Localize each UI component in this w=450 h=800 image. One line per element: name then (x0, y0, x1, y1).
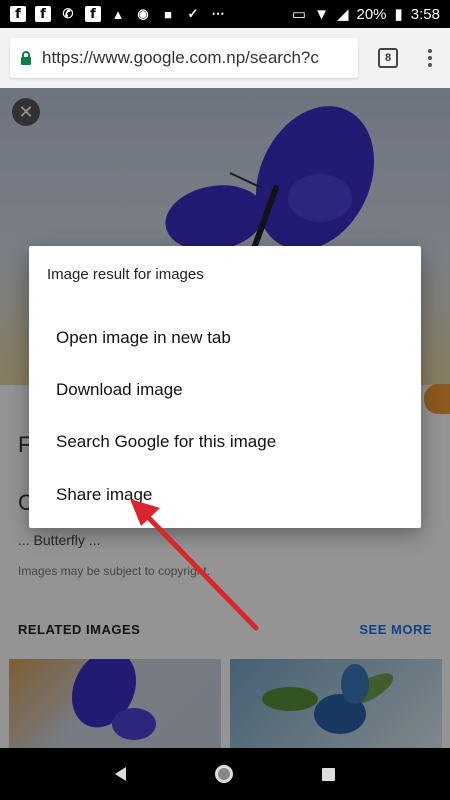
check-icon: ✓ (187, 6, 199, 21)
back-icon[interactable] (114, 767, 126, 781)
more-icon: ⋯ (211, 6, 225, 21)
system-status: ▭ ▼ ◢ 20% ▮ 3:58 (291, 5, 440, 24)
battery-text: 20% (356, 5, 387, 23)
share-image-item[interactable]: Share image (56, 485, 152, 505)
notification-icons: f f ✆ f ▲ ◉ ■ ✓ ⋯ (10, 6, 226, 22)
browser-menu-button[interactable] (420, 49, 440, 67)
video-icon: ■ (164, 6, 172, 22)
image-context-menu: Image result for images Open image in ne… (29, 246, 421, 528)
url-text: https://www.google.com.np/search?c (42, 48, 319, 67)
facebook-icon: f (35, 6, 51, 22)
messenger-icon: ◉ (137, 6, 149, 21)
status-bar: f f ✆ f ▲ ◉ ■ ✓ ⋯ ▭ ▼ ◢ 20% ▮ 3:58 (0, 0, 450, 28)
phone-forward-icon: ✆ (62, 6, 74, 21)
address-bar[interactable]: https://www.google.com.np/search?c (10, 38, 358, 78)
warning-icon: ▲ (111, 6, 125, 22)
tab-switcher-button[interactable]: 8 (378, 48, 398, 68)
open-image-new-tab-item[interactable]: Open image in new tab (56, 328, 231, 348)
facebook-icon: f (10, 6, 26, 22)
download-image-item[interactable]: Download image (56, 380, 183, 400)
facebook-icon: f (85, 6, 101, 22)
search-google-image-item[interactable]: Search Google for this image (56, 432, 276, 452)
recent-apps-icon[interactable] (322, 767, 336, 781)
battery-icon: ▮ (394, 6, 403, 23)
system-navigation-bar (0, 748, 450, 800)
cast-icon: ▭ (291, 6, 307, 23)
context-menu-title: Image result for images (47, 266, 204, 283)
browser-toolbar: https://www.google.com.np/search?c 8 (0, 28, 450, 88)
lock-icon (21, 51, 31, 65)
home-icon[interactable] (214, 765, 233, 783)
signal-icon: ◢ (336, 6, 349, 23)
clock: 3:58 (410, 5, 440, 23)
wifi-icon: ▼ (314, 5, 329, 23)
